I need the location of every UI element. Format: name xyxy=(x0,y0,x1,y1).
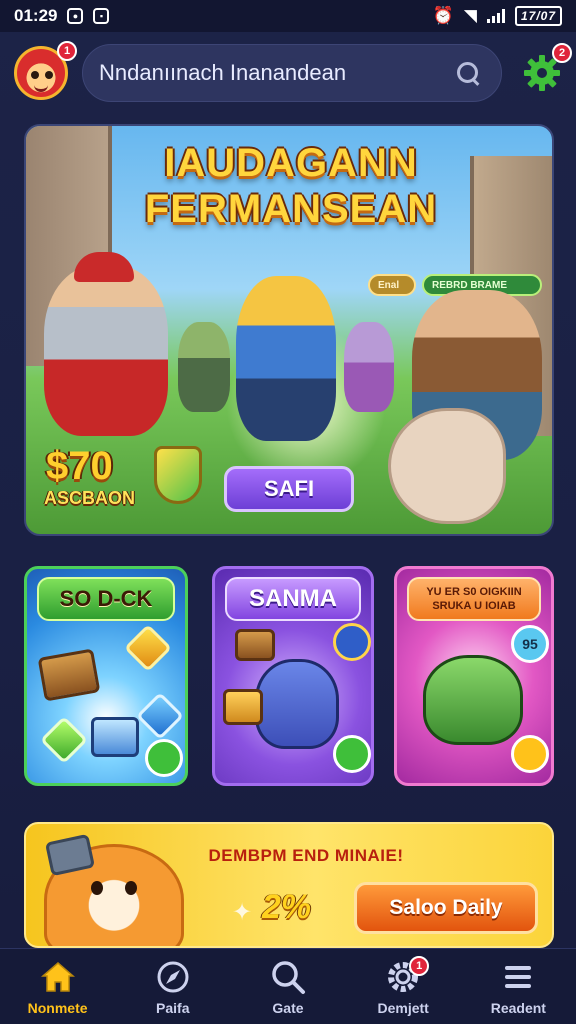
hero-price: $70 xyxy=(46,444,113,488)
alarm-icon: ⏰ xyxy=(432,6,454,25)
promo-banner[interactable]: DEMBPM END MINAIE! ✦ 2% Saloo Daily xyxy=(24,822,554,948)
hero-character xyxy=(236,276,336,441)
notification-icon: ● xyxy=(67,8,84,24)
hero-cta-button[interactable]: SAFI xyxy=(224,466,354,512)
goblin-character xyxy=(178,322,230,412)
compass-icon xyxy=(154,958,192,996)
home-icon xyxy=(39,958,77,996)
promo-cta-button[interactable]: Saloo Daily xyxy=(354,882,538,934)
green-coin-icon xyxy=(145,739,183,777)
card-pack-icon xyxy=(91,717,139,757)
card-2-label: SANMA xyxy=(225,577,361,621)
app-notification-icon: ▪ xyxy=(93,8,110,24)
status-right: ⏰ ◥ 17/07 xyxy=(433,6,562,26)
nav-label-settings: Demjett xyxy=(377,999,429,1016)
nav-item-explore[interactable]: Paifa xyxy=(123,952,223,1022)
imp-character xyxy=(344,322,394,412)
beast-character xyxy=(388,408,506,524)
green-gem-icon xyxy=(39,715,89,765)
nav-item-menu[interactable]: Readent xyxy=(468,952,568,1022)
hero-price-subtitle: ASCBAON xyxy=(44,488,136,508)
settings-notification-badge: 2 xyxy=(552,43,572,63)
green-coin-icon xyxy=(333,735,371,773)
chest-icon xyxy=(37,648,101,702)
hero-title-line2: FERMANSEAN xyxy=(144,187,438,231)
avatar[interactable]: 1 xyxy=(14,41,77,100)
battery-indicator: 17/07 xyxy=(514,6,562,26)
promo-title: DEMBPM END MINAIE! xyxy=(208,846,404,865)
nav-settings-badge: 1 xyxy=(409,955,430,976)
hero-tag-a: Enal xyxy=(368,274,416,296)
nav-item-home[interactable]: Nonmete xyxy=(8,952,108,1022)
card-3-label: YU ER S0 OIGKIIN SRUKA U IOIAB xyxy=(407,577,541,621)
nav-label-menu: Readent xyxy=(490,999,546,1016)
coin-value: 95 xyxy=(522,636,538,652)
shield-icon xyxy=(154,446,202,504)
feature-card-2[interactable]: SANMA xyxy=(212,566,374,786)
status-time: 01:29 xyxy=(14,6,58,25)
sparkle-icon: ✦ xyxy=(232,899,253,926)
status-left: 01:29 ● ▪ xyxy=(14,6,110,26)
gold-coin-icon xyxy=(511,735,549,773)
hero-banner[interactable]: IAUDAGANN FERMANSEAN Enal REBRD BRAME $7… xyxy=(24,124,554,536)
nav-label-home: Nonmete xyxy=(27,999,88,1016)
signal-icon xyxy=(486,9,505,23)
warrior-character xyxy=(44,252,168,436)
gold-gem-icon xyxy=(123,623,173,673)
status-bar: 01:29 ● ▪ ⏰ ◥ 17/07 xyxy=(0,0,576,32)
hero-title-line1: IAUDAGANN xyxy=(164,141,418,185)
nav-item-settings[interactable]: 1 Demjett xyxy=(353,952,453,1022)
gear-icon xyxy=(522,55,562,97)
search-icon[interactable] xyxy=(455,60,481,86)
wifi-icon: ◥ xyxy=(463,6,477,25)
hero-title: IAUDAGANN FERMANSEAN xyxy=(26,140,552,232)
chest-icon xyxy=(235,629,275,661)
nav-item-search[interactable]: Gate xyxy=(238,952,338,1022)
dragon-icon xyxy=(423,655,523,745)
blue-gem-icon xyxy=(135,691,185,741)
settings-button[interactable]: 2 xyxy=(522,43,572,93)
avatar-notification-badge: 1 xyxy=(57,41,77,61)
blue-coin-icon: 95 xyxy=(511,625,549,663)
bottom-nav: Nonmete Paifa Gate 1 Demjett Readent xyxy=(0,948,576,1024)
feature-card-1[interactable]: SO D-CK xyxy=(24,566,188,786)
search-icon xyxy=(269,958,307,996)
monster-coin-icon xyxy=(333,623,371,661)
card-1-label: SO D-CK xyxy=(37,577,175,621)
nav-label-explore: Paifa xyxy=(156,999,190,1016)
gold-chest-icon xyxy=(223,689,263,725)
nav-label-search: Gate xyxy=(272,999,304,1016)
search-input[interactable]: Nndanıınach Inanandean xyxy=(99,60,346,86)
dragon-icon xyxy=(255,659,339,749)
search-bar[interactable]: Nndanıınach Inanandean xyxy=(82,44,502,102)
promo-percent: 2% xyxy=(262,888,312,926)
menu-icon xyxy=(499,958,537,996)
feature-card-3[interactable]: YU ER S0 OIGKIIN SRUKA U IOIAB 95 xyxy=(394,566,554,786)
header: 1 Nndanıınach Inanandean 2 xyxy=(0,32,576,114)
